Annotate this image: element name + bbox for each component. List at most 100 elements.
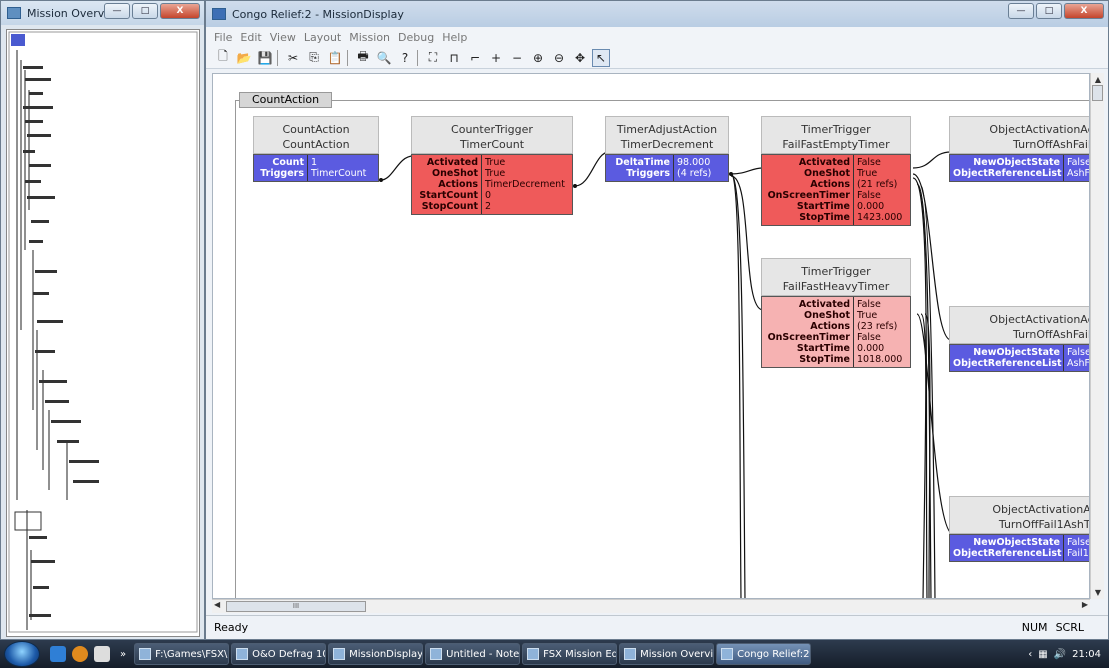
node-turn-off-ash-fail1[interactable]: ObjectActivationAct TurnOffAshFail1 NewO… — [949, 116, 1089, 182]
maximize-button[interactable]: □ — [132, 3, 158, 19]
vertical-scroll-thumb[interactable] — [1092, 85, 1103, 101]
toolbar-separator — [417, 49, 421, 66]
node-name: TurnOffAshFail2 — [1013, 328, 1090, 341]
node-header: TimerAdjustAction TimerDecrement — [605, 116, 729, 154]
node-name: TimerDecrement — [620, 138, 714, 151]
quicklaunch-media-icon[interactable] — [50, 646, 66, 662]
tray-expand-icon[interactable]: ‹ — [1028, 649, 1032, 660]
select-frame-icon[interactable]: ⛶ — [424, 49, 442, 67]
help-icon[interactable]: ? — [396, 49, 414, 67]
node-type: ObjectActivationActi — [992, 503, 1090, 516]
property-keys: Activated OneShot Actions OnScreenTimer … — [762, 155, 854, 225]
scroll-right-icon[interactable]: ▶ — [1082, 600, 1088, 609]
node-count-action[interactable]: CountAction CountAction Count Triggers 1… — [253, 116, 379, 182]
menu-file[interactable]: File — [214, 31, 232, 44]
menu-help[interactable]: Help — [442, 31, 467, 44]
close-button[interactable]: X — [1064, 3, 1104, 19]
taskbar-button-label: MissionDisplay... — [349, 648, 424, 660]
taskbar-button[interactable]: FSX Mission Ed... — [522, 643, 618, 665]
zoom-plus-icon[interactable]: + — [487, 49, 505, 67]
node-fail-fast-empty-timer[interactable]: TimerTrigger FailFastEmptyTimer Activate… — [761, 116, 911, 226]
node-counter-trigger[interactable]: CounterTrigger TimerCount Activated OneS… — [411, 116, 573, 215]
taskbar-button[interactable]: Untitled - Note... — [425, 643, 521, 665]
menu-view[interactable]: View — [270, 31, 296, 44]
node-timer-adjust-action[interactable]: TimerAdjustAction TimerDecrement DeltaTi… — [605, 116, 729, 182]
vertical-scrollbar[interactable]: ▲ ▼ — [1090, 73, 1104, 599]
horizontal-scroll-thumb[interactable]: III — [226, 601, 366, 612]
cut-icon[interactable]: ✂ — [284, 49, 302, 67]
paste-icon[interactable]: 📋 — [326, 49, 344, 67]
network-icon[interactable]: ▦ — [1038, 649, 1047, 660]
node-type: TimerTrigger — [801, 265, 871, 278]
print-preview-icon[interactable]: 🔍 — [375, 49, 393, 67]
quicklaunch-overflow-icon[interactable]: » — [120, 649, 126, 660]
taskbar-button[interactable]: F:\Games\FSX\... — [134, 643, 230, 665]
property-keys: Activated OneShot Actions StartCount Sto… — [412, 155, 482, 214]
node-fail-fast-heavy-timer[interactable]: TimerTrigger FailFastHeavyTimer Activate… — [761, 258, 911, 368]
volume-icon[interactable]: 🔊 — [1054, 649, 1066, 660]
close-button[interactable]: X — [160, 3, 200, 19]
menu-debug[interactable]: Debug — [398, 31, 434, 44]
minimize-button[interactable]: — — [1008, 3, 1034, 19]
quicklaunch-explorer-icon[interactable] — [94, 646, 110, 662]
taskbar-button[interactable]: MissionDisplay... — [328, 643, 424, 665]
node-header: ObjectActivationActi TurnOffFail1AshTim — [949, 496, 1090, 534]
start-orb-icon[interactable] — [4, 641, 40, 667]
zoom-in-icon[interactable]: ⊕ — [529, 49, 547, 67]
property-keys: Count Triggers — [254, 155, 308, 181]
property-values: True True TimerDecrement 0 2 — [485, 157, 565, 212]
taskbar-button[interactable]: Mission Overvi... — [619, 643, 715, 665]
node-type: TimerAdjustAction — [616, 123, 718, 136]
taskbar-button-label: Congo Relief:2 ... — [737, 648, 810, 660]
open-folder-icon[interactable]: 📂 — [235, 49, 253, 67]
clock[interactable]: 21:04 — [1072, 649, 1101, 660]
copy-icon[interactable]: ⎘ — [305, 49, 323, 67]
window-icon — [333, 648, 346, 660]
node-turn-off-fail1-ash-timer[interactable]: ObjectActivationActi TurnOffFail1AshTim … — [949, 496, 1090, 562]
node-type: CounterTrigger — [451, 123, 533, 136]
overview-titlebar[interactable]: Mission Overview — □ X — [1, 1, 204, 25]
mission-graph-canvas[interactable]: CountAction CountAction CountAction Coun… — [212, 73, 1090, 599]
pointer-icon[interactable]: ↖ — [592, 48, 610, 67]
node-turn-off-ash-fail2[interactable]: ObjectActivationAct TurnOffAshFail2 NewO… — [949, 306, 1090, 372]
window-icon — [430, 648, 443, 660]
property-values: False Fail1 — [1067, 537, 1090, 559]
scroll-left-icon[interactable]: ◀ — [214, 600, 220, 609]
menu-edit[interactable]: Edit — [240, 31, 261, 44]
zoom-minus-icon[interactable]: − — [508, 49, 526, 67]
overview-viewport-marker — [11, 34, 25, 46]
new-file-icon[interactable]: 🗋 — [214, 49, 232, 67]
print-icon[interactable]: 🖶 — [354, 49, 372, 67]
node-header: ObjectActivationAct TurnOffAshFail2 — [949, 306, 1090, 344]
app-icon — [7, 7, 21, 19]
taskbar-button-active[interactable]: Congo Relief:2 ... — [716, 643, 812, 665]
node-header: TimerTrigger FailFastEmptyTimer — [761, 116, 911, 154]
quicklaunch-browser-icon[interactable] — [72, 646, 88, 662]
taskbar-button-label: O&O Defrag 10... — [252, 648, 325, 660]
mission-display-window: Congo Relief:2 - MissionDisplay — □ X Fi… — [205, 0, 1109, 640]
maximize-button[interactable]: □ — [1036, 3, 1062, 19]
taskbar-button[interactable]: O&O Defrag 10... — [231, 643, 327, 665]
pan-icon[interactable]: ✥ — [571, 49, 589, 67]
property-keys: DeltaTime Triggers — [606, 155, 674, 181]
main-titlebar[interactable]: Congo Relief:2 - MissionDisplay — □ X — [206, 1, 1108, 27]
overview-minimap[interactable] — [6, 29, 200, 637]
horizontal-scrollbar[interactable]: ◀ III ▶ — [212, 599, 1090, 613]
scroll-down-icon[interactable]: ▼ — [1091, 588, 1105, 597]
property-keys: NewObjectState ObjectReferenceList — [950, 155, 1064, 181]
node-header: ObjectActivationAct TurnOffAshFail1 — [949, 116, 1089, 154]
node-header: CountAction CountAction — [253, 116, 379, 154]
minimize-button[interactable]: — — [104, 3, 130, 19]
zoom-out-icon[interactable]: ⊖ — [550, 49, 568, 67]
property-values: 98.000 (4 refs) — [677, 157, 712, 179]
frame-icon[interactable]: ⊓ — [445, 49, 463, 67]
menu-layout[interactable]: Layout — [304, 31, 341, 44]
menu-mission[interactable]: Mission — [349, 31, 390, 44]
corner-icon[interactable]: ⌐ — [466, 49, 484, 67]
scroll-up-icon[interactable]: ▲ — [1091, 75, 1105, 84]
window-icon — [721, 648, 734, 660]
node-properties: Activated OneShot Actions StartCount Sto… — [411, 154, 573, 215]
save-icon[interactable]: 💾 — [256, 49, 274, 67]
node-type: ObjectActivationAct — [989, 313, 1090, 326]
window-icon — [236, 648, 249, 660]
